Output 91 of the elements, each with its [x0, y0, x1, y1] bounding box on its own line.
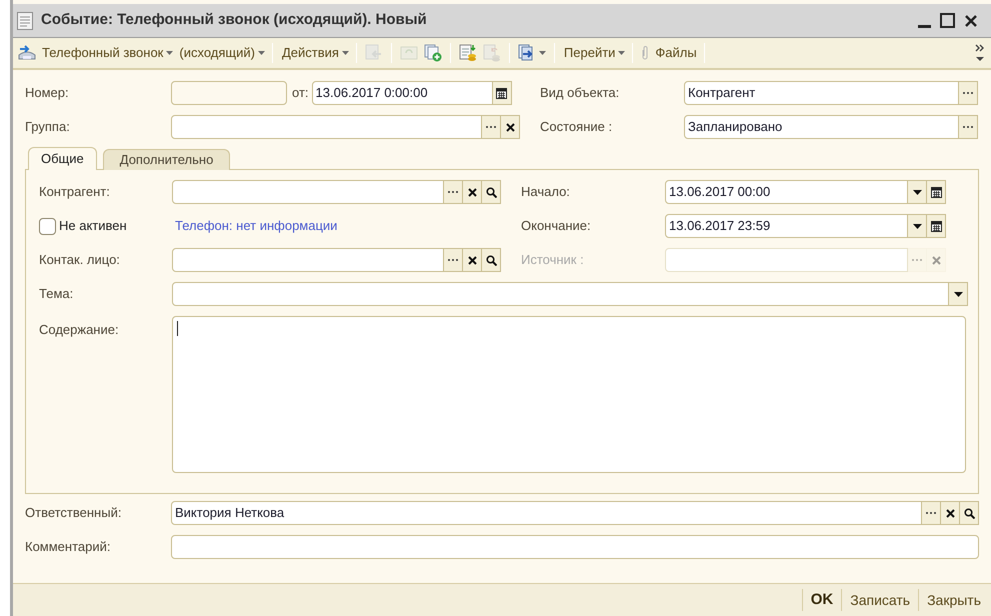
dropdown-button[interactable]: [908, 214, 927, 238]
footer-button[interactable]: Закрыть: [919, 587, 989, 613]
clear-button[interactable]: [501, 115, 520, 139]
select-button[interactable]: [959, 81, 978, 105]
input-field[interactable]: 13.06.2017 00:00: [665, 180, 908, 204]
ellipsis-icon: [962, 125, 974, 129]
number-field[interactable]: [171, 81, 287, 105]
field-label: Номер:: [25, 84, 70, 102]
calendar-button[interactable]: [927, 180, 946, 204]
caret-icon: [258, 51, 265, 55]
field-label: Тема:: [39, 285, 74, 304]
calendar-icon: [930, 186, 942, 198]
document-coins-icon: [482, 44, 501, 62]
input-field[interactable]: [171, 115, 482, 139]
ellipsis-icon: [485, 125, 497, 129]
open-button[interactable]: [482, 248, 501, 272]
field-label: Состояние :: [540, 118, 614, 136]
ellipsis-icon: [962, 91, 974, 95]
field-label: Содержание:: [39, 321, 120, 339]
input-field[interactable]: 13.06.2017 23:59: [665, 214, 908, 238]
close-icon: [964, 14, 978, 28]
document-arrow-icon: [364, 44, 383, 62]
input-field[interactable]: [172, 180, 444, 204]
chevrons-icon: [975, 43, 985, 63]
menu-button[interactable]: Действия: [278, 41, 351, 65]
clear-icon: [932, 256, 940, 264]
caret-icon: [954, 292, 962, 296]
clear-button[interactable]: [463, 180, 482, 204]
phone-icon: [17, 45, 37, 61]
clear-icon: [468, 188, 476, 196]
field-label: от:: [292, 84, 309, 102]
clear-button[interactable]: [941, 501, 960, 525]
field-label: Начало:: [521, 183, 571, 202]
checkbox[interactable]: [39, 218, 56, 234]
field-label: Комментарий:: [25, 538, 112, 556]
date-field[interactable]: 13.06.2017 0:00:00: [312, 81, 493, 105]
clear-icon: [506, 122, 514, 132]
ellipsis-icon: [925, 511, 937, 515]
open-button[interactable]: [482, 180, 501, 204]
caret-icon: [342, 51, 349, 55]
input-field[interactable]: [665, 248, 908, 272]
search-icon: [486, 254, 496, 266]
tab[interactable]: Общие: [28, 147, 97, 170]
ellipsis-icon: [911, 258, 923, 262]
paperclip-icon: [640, 45, 650, 61]
input-field[interactable]: Контрагент: [684, 81, 959, 105]
caret-icon: [618, 51, 626, 55]
caret-icon: [538, 51, 546, 55]
dropdown-button[interactable]: [949, 282, 968, 306]
open-button[interactable]: [960, 501, 979, 525]
caret-icon: [912, 224, 922, 228]
field-label: Источник :: [521, 251, 585, 270]
input-field[interactable]: [171, 535, 979, 559]
input-field[interactable]: Виктория Неткова: [171, 501, 922, 525]
checkbox-label: Не активен: [59, 217, 127, 236]
clear-button[interactable]: [463, 248, 482, 272]
files-button[interactable]: Файлы: [638, 41, 699, 65]
field-label: Вид объекта:: [540, 84, 620, 102]
menu-button[interactable]: (исходящий): [175, 41, 267, 65]
caret-icon: [166, 51, 174, 55]
clear-icon: [468, 256, 476, 264]
phone-link[interactable]: Телефон: нет информации: [175, 216, 338, 236]
calendar-icon: [496, 88, 508, 98]
calendar-button[interactable]: [927, 214, 946, 238]
field-label: Контак. лицо:: [39, 251, 121, 270]
ok-button[interactable]: OK: [802, 587, 842, 613]
menu-button[interactable]: Перейти: [560, 41, 628, 65]
menu-button[interactable]: Телефонный звонок: [15, 41, 176, 65]
field-label: Группа:: [25, 118, 71, 136]
select-button[interactable]: [959, 115, 978, 139]
footer-button[interactable]: Записать: [842, 587, 918, 613]
document-coins-icon: [458, 44, 477, 62]
copy-add-icon: [424, 44, 442, 62]
calendar-icon: [930, 220, 942, 232]
field-label: Контрагент:: [39, 183, 111, 202]
clear-icon: [946, 508, 954, 518]
field-label: Окончание:: [521, 217, 592, 236]
input-field[interactable]: [172, 248, 444, 272]
search-icon: [964, 508, 974, 518]
ellipsis-icon: [447, 190, 459, 194]
document-icon: [17, 12, 33, 30]
tab[interactable]: Дополнительно: [102, 149, 230, 170]
caret-icon: [912, 190, 922, 194]
search-icon: [486, 186, 496, 198]
input-field[interactable]: [172, 282, 949, 306]
calendar-button[interactable]: [492, 81, 512, 105]
window-title: Событие: Телефонный звонок (исходящий). Новый: [41, 10, 427, 30]
dropdown-button[interactable]: [908, 180, 927, 204]
input-field[interactable]: Запланировано: [684, 115, 959, 139]
field-label: Ответственный:: [25, 504, 122, 522]
ellipsis-icon: [447, 258, 459, 262]
